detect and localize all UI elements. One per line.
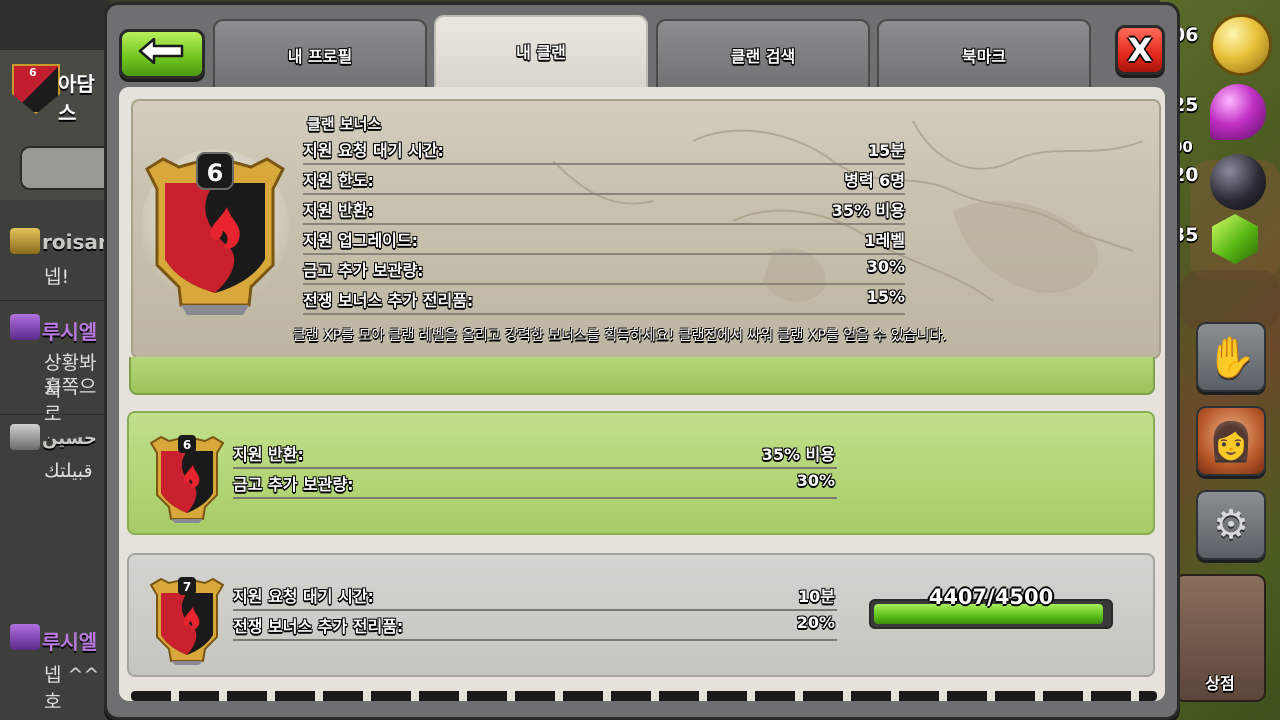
clan-badge-icon: 6 [141, 149, 289, 315]
clan-content: 6 클랜 보너스 지원 요청 대기 시간: 15분 지원 한도: 병력 6명 지원 … [119, 87, 1165, 701]
bonus-row: 지원 반환: 35% 비용 [303, 193, 905, 225]
level-card-next: 7 지원 요청 대기 시간: 10분 전쟁 보너스 추가 전리품: 20% 4407… [127, 553, 1155, 677]
arrow-left-icon [138, 38, 184, 64]
tab-my-clan[interactable]: 내 클랜 [434, 15, 648, 89]
clan-chat-panel: 6 아담스 roisar 넵! 루시엘 상황봐서 흘쪽으로 حسين قبيلت… [0, 0, 114, 720]
back-button[interactable] [119, 29, 205, 79]
svg-text:6: 6 [207, 159, 224, 187]
league-icon [10, 314, 40, 340]
svg-text:7: 7 [183, 580, 191, 594]
tab-bookmarks[interactable]: 북마크 [877, 19, 1091, 89]
hand-move-icon: ✋ [1206, 334, 1256, 381]
chat-message: قبيلتك [44, 460, 93, 482]
league-icon [10, 228, 40, 254]
close-icon: X [1127, 31, 1153, 69]
bonus-row: 지원 요청 대기 시간: 15분 [303, 133, 905, 165]
shop-label: 상점 [1205, 674, 1235, 693]
chat-message: 넵! [44, 266, 70, 288]
level-card-current: 6 지원 반환: 35% 비용 금고 추가 보관량: 30% [127, 411, 1155, 535]
clan-xp-text: 4407/4500 [928, 585, 1054, 609]
chat-input[interactable] [20, 146, 114, 190]
valkyrie-icon: 👩 [1208, 421, 1254, 462]
clan-badge-icon: 7 [149, 577, 225, 665]
settings-button[interactable]: ⚙ [1196, 490, 1266, 560]
chat-user: 루시엘 [42, 320, 98, 344]
clan-bonus-card: 6 클랜 보너스 지원 요청 대기 시간: 15분 지원 한도: 병력 6명 지원 … [131, 99, 1161, 359]
bonus-row: 금고 추가 보관량: 30% [303, 253, 905, 285]
gear-icon: ⚙ [1213, 502, 1249, 548]
tab-clan-search[interactable]: 클랜 검색 [656, 19, 870, 89]
gem-icon [1212, 214, 1258, 264]
clan-bonus-title: 클랜 보너스 [307, 115, 382, 133]
clan-badge-icon: 6 [149, 435, 225, 523]
bonus-row: 지원 업그레이드: 1레벨 [303, 223, 905, 255]
chat-user: 루시엘 [42, 630, 98, 654]
clan-window: 내 프로필 내 클랜 클랜 검색 북마크 X 6 클랜 보너스 지원 요청 대기… [104, 2, 1180, 720]
level-bonus-row: 금고 추가 보관량: 30% [233, 467, 837, 499]
list-divider [131, 691, 1157, 701]
edit-layout-button[interactable]: ✋ [1196, 322, 1266, 392]
level-list-top [129, 357, 1155, 395]
elixir-icon [1210, 84, 1266, 140]
gold-icon [1210, 14, 1272, 76]
chat-message: 넵 ^^호 [44, 664, 100, 713]
svg-text:6: 6 [183, 438, 191, 452]
chat-user: roisar [42, 230, 108, 254]
chat-user: حسين [42, 428, 97, 449]
hero-button[interactable]: 👩 [1196, 406, 1266, 476]
level-bonus-row: 지원 요청 대기 시간: 10분 [233, 579, 837, 611]
shop-button[interactable]: 상점 [1174, 574, 1266, 702]
bonus-row: 전쟁 보너스 추가 전리품: 15% [303, 283, 905, 315]
tab-my-profile[interactable]: 내 프로필 [213, 19, 427, 89]
close-button[interactable]: X [1115, 25, 1165, 75]
league-icon [10, 624, 40, 650]
league-icon [10, 424, 40, 450]
chat-clan-name: 아담스 [58, 72, 95, 125]
chat-message: 흘쪽으로 [44, 376, 97, 425]
dark-elixir-icon [1210, 154, 1266, 210]
level-bonus-row: 지원 반환: 35% 비용 [233, 437, 837, 469]
clan-xp-note: 클랜 XP를 모아 클랜 레벨을 올리고 강력한 보너스를 획득하세요! 클랜전… [293, 328, 947, 344]
level-bonus-row: 전쟁 보너스 추가 전리품: 20% [233, 609, 837, 641]
bonus-row: 지원 한도: 병력 6명 [303, 163, 905, 195]
